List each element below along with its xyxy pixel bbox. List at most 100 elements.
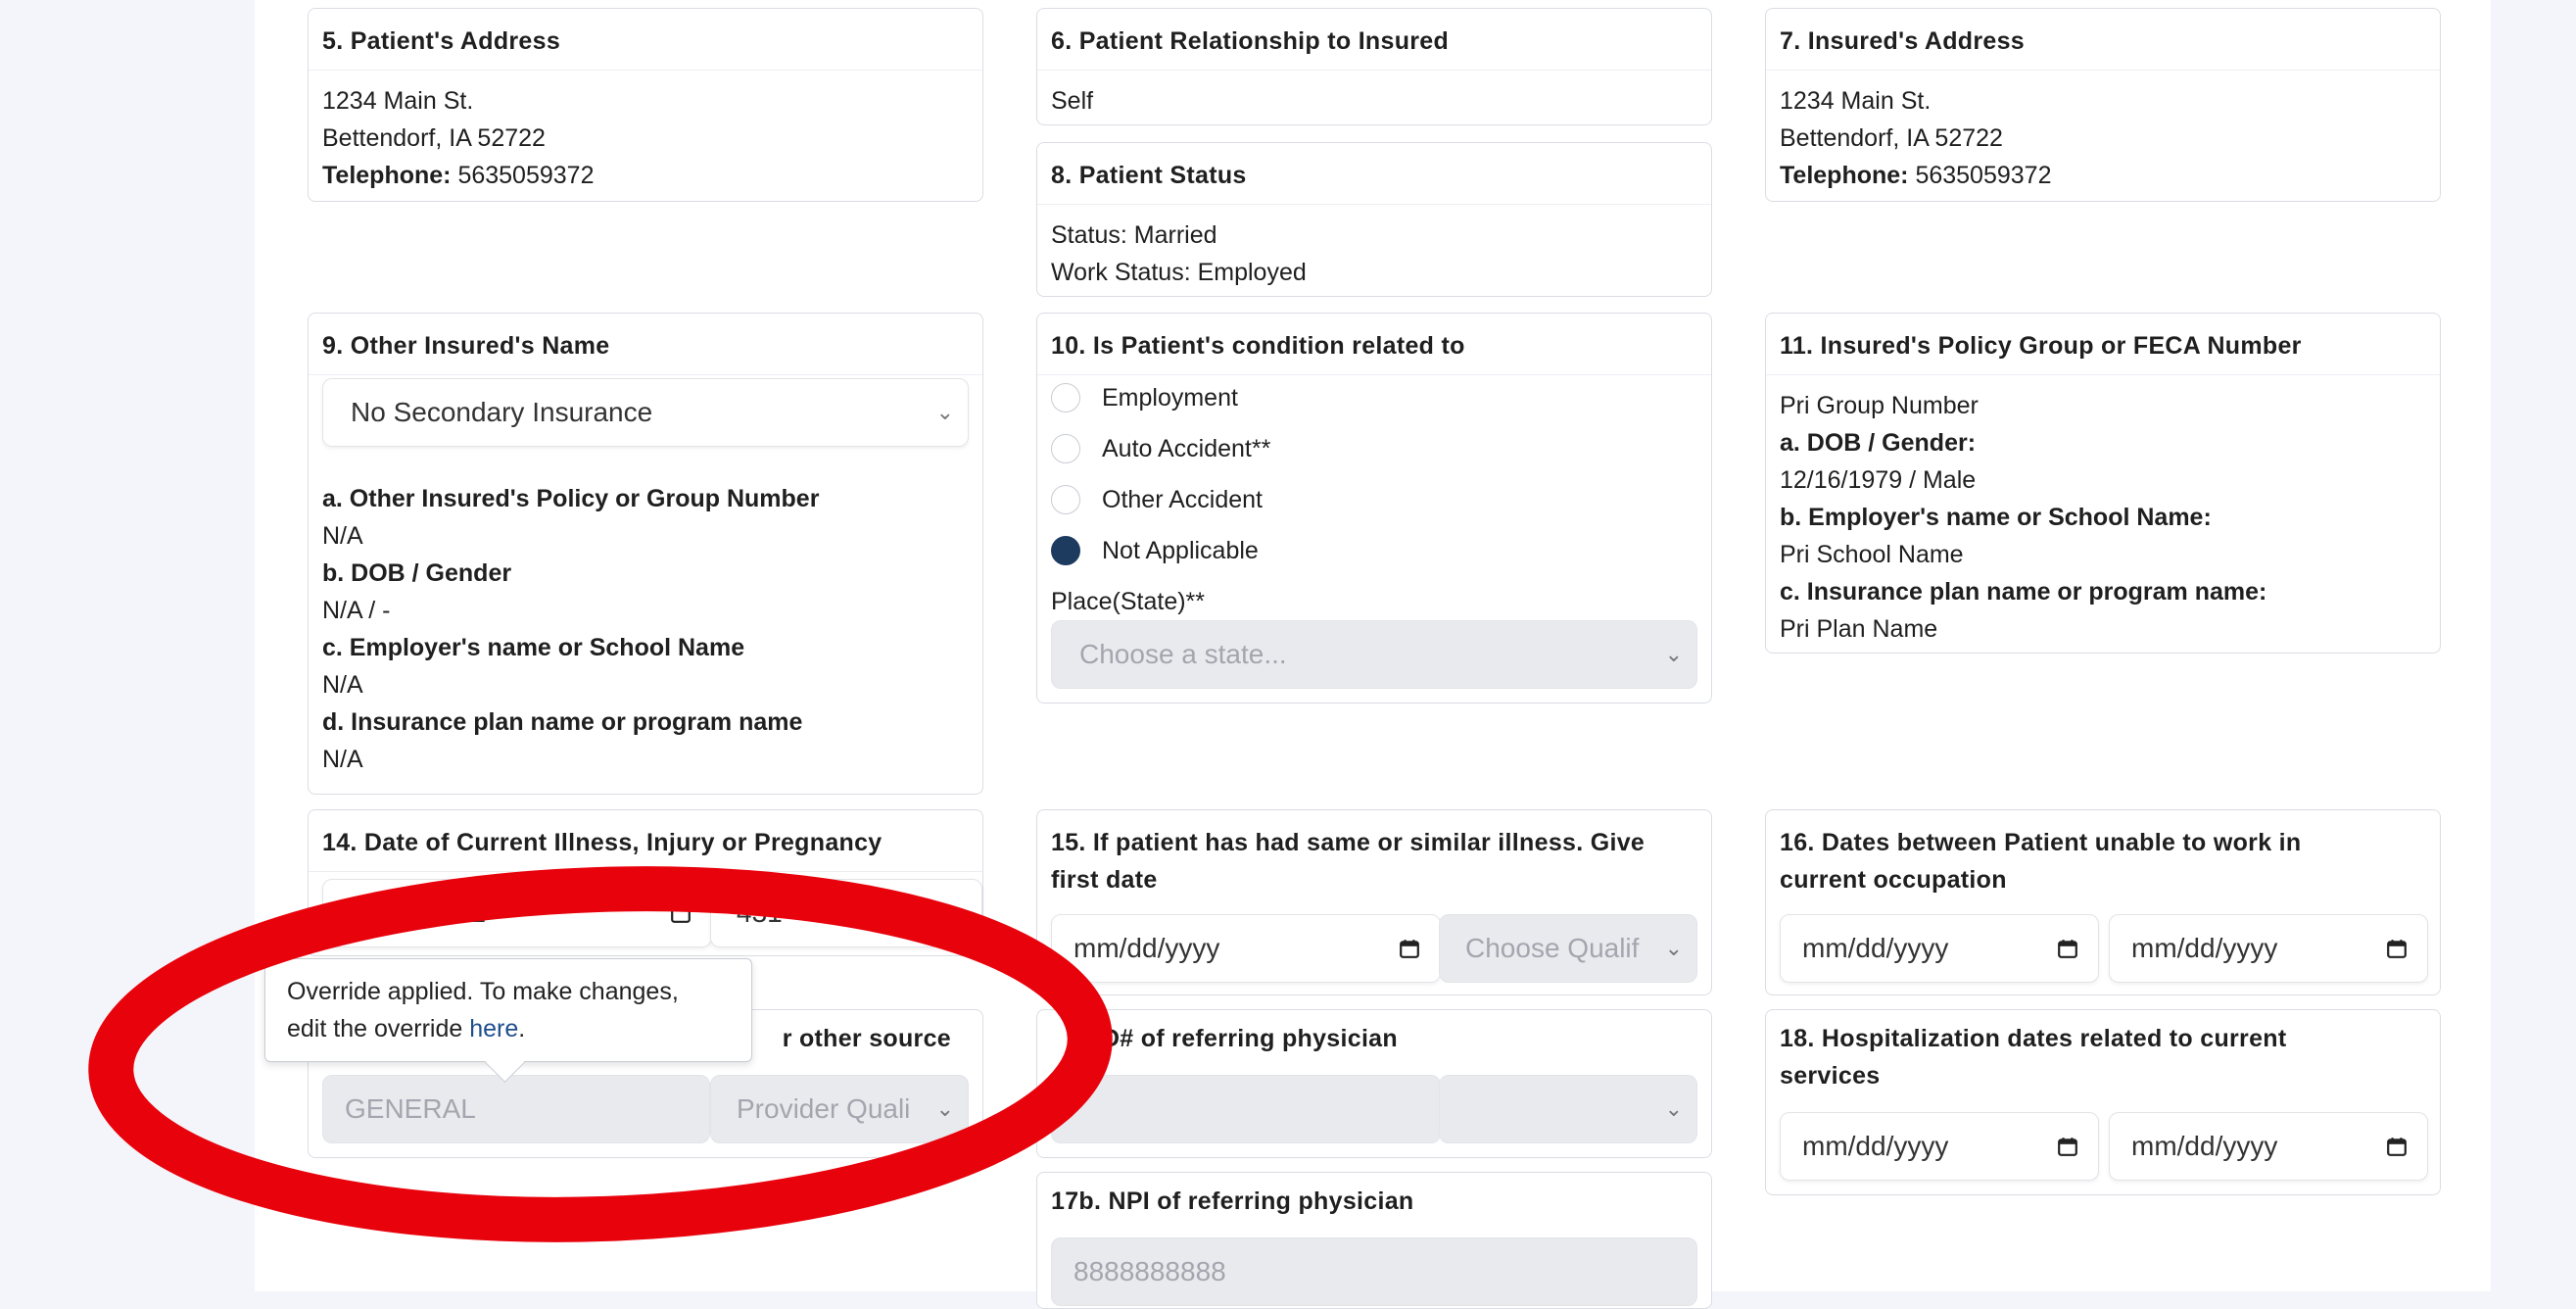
other-insured-select-value: No Secondary Insurance [351, 397, 653, 427]
box10-condition-related: 10. Is Patient's condition related to Em… [1036, 313, 1712, 703]
unable-work-from-input[interactable]: mm/dd/yyyy [1780, 914, 2099, 983]
box17a-referring-id: a. ID# of referring physician ⌄ [1036, 1009, 1712, 1158]
box10-title: 10. Is Patient's condition related to [1037, 314, 1711, 375]
box6-title: 6. Patient Relationship to Insured [1037, 9, 1711, 71]
box9d-label: d. Insurance plan name or program name [322, 708, 803, 736]
box9c-value: N/A [322, 671, 363, 699]
edit-override-link[interactable]: here [469, 1015, 518, 1042]
chevron-down-icon: ⌄ [1664, 642, 1683, 666]
radio-button-selected[interactable] [1051, 536, 1080, 565]
radio-not-applicable[interactable]: Not Applicable [1051, 531, 1259, 570]
chevron-down-icon: ⌄ [949, 900, 968, 925]
box11a-value: 12/16/1979 / Male [1780, 466, 1977, 494]
box11b-value: Pri School Name [1780, 541, 1964, 568]
box5-title: 5. Patient's Address [309, 9, 982, 71]
box18-title-line1: 18. Hospitalization dates related to cur… [1780, 1025, 2287, 1052]
box9b-label: b. DOB / Gender [322, 559, 512, 587]
box18-hospitalization-dates: 18. Hospitalization dates related to cur… [1765, 1009, 2441, 1195]
box9-title: 9. Other Insured's Name [309, 314, 982, 375]
state-select[interactable]: Choose a state... ⌄ [1051, 620, 1697, 689]
date-placeholder: mm/dd/yyyy [2131, 933, 2278, 963]
similar-illness-qualifier-select[interactable]: Choose Qualif ⌄ [1439, 914, 1697, 983]
box9a-label: a. Other Insured's Policy or Group Numbe… [322, 485, 820, 512]
tooltip-period: . [518, 1015, 526, 1042]
box18-title-line2: services [1780, 1062, 1881, 1090]
radio-button[interactable] [1051, 434, 1080, 463]
box11-policy-group: 11. Insured's Policy Group or FECA Numbe… [1765, 313, 2441, 654]
telephone-value: 5635059372 [457, 162, 595, 189]
box15-similar-illness: 15. If patient has had same or similar i… [1036, 809, 1712, 995]
box8-title: 8. Patient Status [1037, 143, 1711, 205]
calendar-icon [2058, 1138, 2077, 1156]
box11c-value: Pri Plan Name [1780, 615, 1938, 643]
address-line1: 1234 Main St. [322, 87, 474, 115]
chevron-down-icon: ⌄ [935, 1096, 954, 1121]
box7-title: 7. Insured's Address [1766, 9, 2440, 71]
box9b-value: N/A / - [322, 597, 391, 624]
provider-name-value: GENERAL [345, 1093, 476, 1124]
hospitalization-to-input[interactable]: mm/dd/yyyy [2109, 1112, 2428, 1181]
tooltip-text-line2: edit the override [287, 1015, 470, 1042]
referring-npi-input[interactable]: 8888888888 [1051, 1237, 1697, 1306]
box6-relationship: 6. Patient Relationship to Insured Self [1036, 8, 1712, 125]
box5-patient-address: 5. Patient's Address 1234 Main St. Bette… [308, 8, 983, 202]
box16-title-line1: 16. Dates between Patient unable to work… [1780, 829, 2302, 856]
address-line1: 1234 Main St. [1780, 87, 1932, 115]
radio-label: Not Applicable [1102, 536, 1259, 564]
radio-auto-accident[interactable]: Auto Accident** [1051, 429, 1270, 468]
box14-current-illness-date: 14. Date of Current Illness, Injury or P… [308, 809, 983, 956]
other-insured-select[interactable]: No Secondary Insurance ⌄ [322, 378, 969, 447]
box9-other-insured: 9. Other Insured's Name No Secondary Ins… [308, 313, 983, 795]
illness-qualifier-select[interactable]: 431 - Onset of ⌄ [710, 879, 982, 947]
work-status-value: Work Status: Employed [1051, 259, 1307, 286]
referring-id-input[interactable] [1051, 1075, 1441, 1143]
box17b-referring-npi: 17b. NPI of referring physician 88888888… [1036, 1172, 1712, 1309]
date-placeholder: mm/dd/yyyy [1073, 933, 1220, 963]
chevron-down-icon: ⌄ [1664, 1096, 1683, 1121]
box11c-label: c. Insurance plan name or program name: [1780, 578, 2267, 606]
calendar-icon [2387, 1138, 2407, 1156]
provider-qualifier-placeholder: Provider Quali [737, 1093, 911, 1124]
relationship-value: Self [1051, 87, 1094, 115]
date-placeholder: mm/dd/yyyy [2131, 1131, 2278, 1161]
telephone-label: Telephone: [322, 162, 452, 189]
box17a-title: a. ID# of referring physician [1067, 1025, 1398, 1052]
unable-work-to-input[interactable]: mm/dd/yyyy [2109, 914, 2428, 983]
radio-button[interactable] [1051, 383, 1080, 412]
override-tooltip: Override applied. To make changes, edit … [264, 958, 752, 1084]
box7-insured-address: 7. Insured's Address 1234 Main St. Bette… [1765, 8, 2441, 202]
provider-qualifier-select[interactable]: Provider Quali ⌄ [710, 1075, 969, 1143]
calendar-icon [1400, 940, 1419, 958]
box9a-value: N/A [322, 522, 363, 550]
box9c-label: c. Employer's name or School Name [322, 634, 745, 661]
box9d-value: N/A [322, 746, 363, 773]
hospitalization-from-input[interactable]: mm/dd/yyyy [1780, 1112, 2099, 1181]
radio-label: Other Accident [1102, 485, 1263, 513]
state-select-placeholder: Choose a state... [1079, 639, 1287, 669]
referring-id-qualifier-select[interactable]: ⌄ [1439, 1075, 1697, 1143]
calendar-icon [671, 904, 691, 923]
radio-other-accident[interactable]: Other Accident [1051, 480, 1263, 519]
date-placeholder: mm/dd/yyyy [1802, 933, 1949, 963]
chevron-down-icon: ⌄ [1664, 936, 1683, 960]
box16-unable-to-work-dates: 16. Dates between Patient unable to work… [1765, 809, 2441, 995]
radio-employment[interactable]: Employment [1051, 378, 1238, 417]
address-line2: Bettendorf, IA 52722 [322, 124, 546, 152]
radio-button[interactable] [1051, 485, 1080, 514]
address-line2: Bettendorf, IA 52722 [1780, 124, 2003, 152]
date-placeholder: mm/dd/yyyy [1802, 1131, 1949, 1161]
illness-date-input[interactable]: 11/15/2022 [322, 879, 712, 947]
box11a-label: a. DOB / Gender: [1780, 429, 1977, 457]
box14-title: 14. Date of Current Illness, Injury or P… [309, 810, 982, 872]
referring-provider-name-input[interactable]: GENERAL [322, 1075, 710, 1143]
tooltip-text-line1: Override applied. To make changes, [287, 978, 679, 1005]
radio-label: Auto Accident** [1102, 434, 1271, 462]
box15-title-line2: first date [1051, 866, 1158, 894]
box16-title-line2: current occupation [1780, 866, 2007, 894]
box11-title: 11. Insured's Policy Group or FECA Numbe… [1766, 314, 2440, 375]
qualifier-placeholder: Choose Qualif [1465, 933, 1640, 963]
box11b-label: b. Employer's name or School Name: [1780, 504, 2212, 531]
calendar-icon [2058, 940, 2077, 958]
similar-illness-date-input[interactable]: mm/dd/yyyy [1051, 914, 1441, 983]
place-state-label: Place(State)** [1051, 588, 1206, 615]
